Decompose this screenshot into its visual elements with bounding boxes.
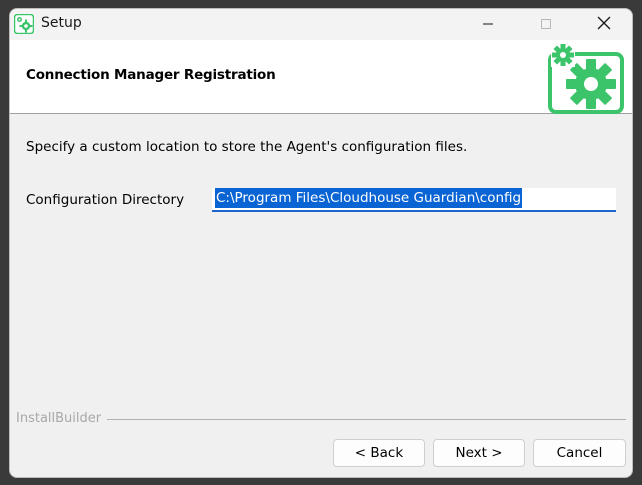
instruction-text: Specify a custom location to store the A… [26,139,468,155]
next-button[interactable]: Next > [433,439,525,467]
config-directory-input[interactable]: C:\Program Files\Cloudhouse Guardian\con… [212,188,616,212]
title-bar[interactable]: Setup [10,9,632,40]
close-button[interactable] [581,9,627,40]
minimize-icon [482,15,494,34]
back-button[interactable]: < Back [333,439,425,467]
installbuilder-label: InstallBuilder [16,411,108,426]
minimize-button[interactable] [465,9,511,40]
setup-window: Setup Connection Manager Registration Sp… [9,8,633,478]
gears-logo-icon [547,42,625,114]
gear-icon [13,13,35,35]
window-title: Setup [41,15,82,31]
close-icon [597,15,611,34]
footer-divider [16,419,626,420]
cancel-button[interactable]: Cancel [533,439,626,467]
page-title: Connection Manager Registration [26,67,276,83]
config-directory-value: C:\Program Files\Cloudhouse Guardian\con… [215,188,523,208]
header-band: Connection Manager Registration [10,40,632,114]
maximize-button[interactable] [523,9,569,40]
config-directory-label: Configuration Directory [26,192,185,208]
maximize-icon [540,15,552,34]
